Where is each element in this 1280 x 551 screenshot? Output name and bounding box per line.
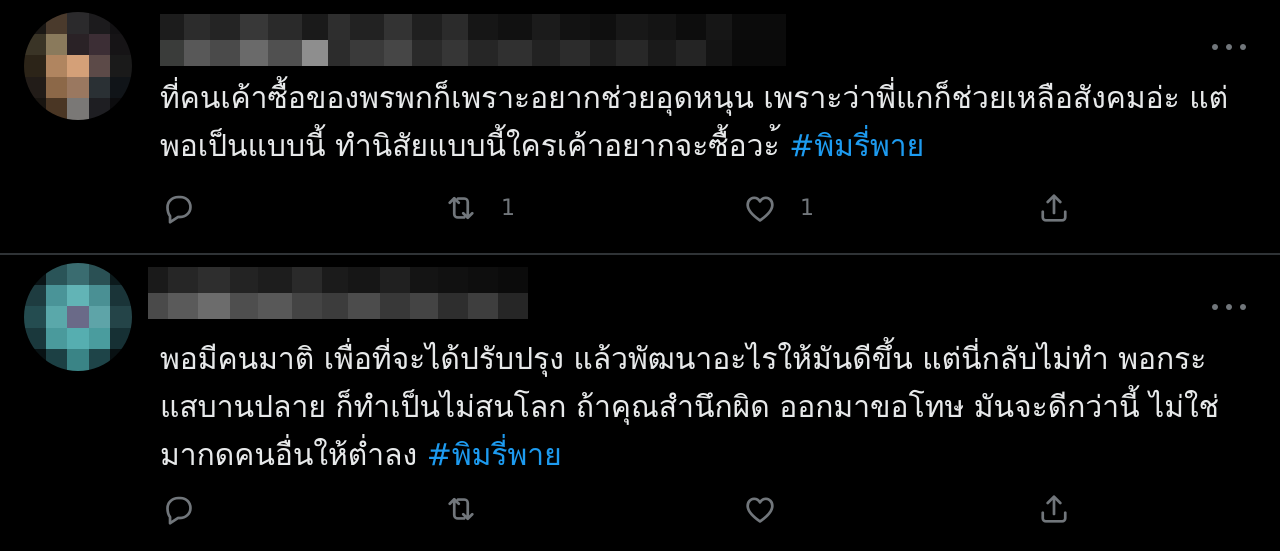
- more-options-icon[interactable]: [1212, 300, 1246, 314]
- like-count: 1: [800, 195, 814, 221]
- reply-button[interactable]: [160, 489, 196, 529]
- like-button[interactable]: [742, 489, 778, 529]
- reply-icon: [166, 195, 192, 224]
- tweet-text-line: พอเป็นแบบนี้ ทำนิสัยแบบนี้ใครเค้าอยากจะซ…: [160, 123, 1240, 171]
- tweet-text: พอมีคนมาติ เพื่อที่จะได้ปรับปรุง แล้วพัฒ…: [160, 336, 1240, 480]
- avatar[interactable]: [24, 263, 132, 371]
- retweet-icon: [448, 497, 474, 521]
- retweet-icon: [448, 196, 474, 220]
- retweet-button[interactable]: [443, 489, 479, 529]
- avatar[interactable]: [24, 12, 132, 120]
- tweet-text-segment: พอเป็นแบบนี้ ทำนิสัยแบบนี้ใครเค้าอยากจะซ…: [160, 129, 790, 164]
- reply-button[interactable]: [160, 188, 196, 228]
- tweet-1[interactable]: ที่คนเค้าซื้อของพรพกก็เพราะอยากช่วยอุดหน…: [0, 0, 1280, 253]
- share-button[interactable]: [1036, 489, 1072, 529]
- like-button[interactable]: 1: [742, 188, 814, 228]
- tweet-text-segment: มากดคนอื่นให้ต่ำลง: [160, 438, 427, 473]
- tweet-actions: [0, 489, 1280, 529]
- like-icon: [746, 497, 774, 523]
- retweet-button[interactable]: 1: [443, 188, 515, 228]
- username-blurred[interactable]: [160, 14, 800, 66]
- like-icon: [746, 196, 774, 222]
- more-options-icon[interactable]: [1212, 40, 1246, 54]
- tweet-text-line: แสบานปลาย ก็ทำเป็นไม่สนโลก ถ้าคุณสำนึกผิ…: [160, 390, 1220, 425]
- reply-icon: [166, 496, 192, 525]
- share-icon: [1041, 495, 1067, 523]
- username-blurred[interactable]: [148, 267, 528, 319]
- retweet-count: 1: [501, 195, 515, 221]
- hashtag-link[interactable]: #พิมรี่พาย: [427, 438, 562, 473]
- share-button[interactable]: [1036, 188, 1072, 228]
- tweet-text: ที่คนเค้าซื้อของพรพกก็เพราะอยากช่วยอุดหน…: [160, 75, 1240, 171]
- tweet-actions: 1 1: [0, 188, 1280, 228]
- tweet-2[interactable]: พอมีคนมาติ เพื่อที่จะได้ปรับปรุง แล้วพัฒ…: [0, 255, 1280, 551]
- tweet-text-line: ที่คนเค้าซื้อของพรพกก็เพราะอยากช่วยอุดหน…: [160, 81, 1229, 116]
- share-icon: [1041, 194, 1067, 222]
- tweet-text-line: มากดคนอื่นให้ต่ำลง #พิมรี่พาย: [160, 432, 1240, 480]
- tweet-text-line: พอมีคนมาติ เพื่อที่จะได้ปรับปรุง แล้วพัฒ…: [160, 342, 1207, 377]
- hashtag-link[interactable]: #พิมรี่พาย: [789, 129, 924, 164]
